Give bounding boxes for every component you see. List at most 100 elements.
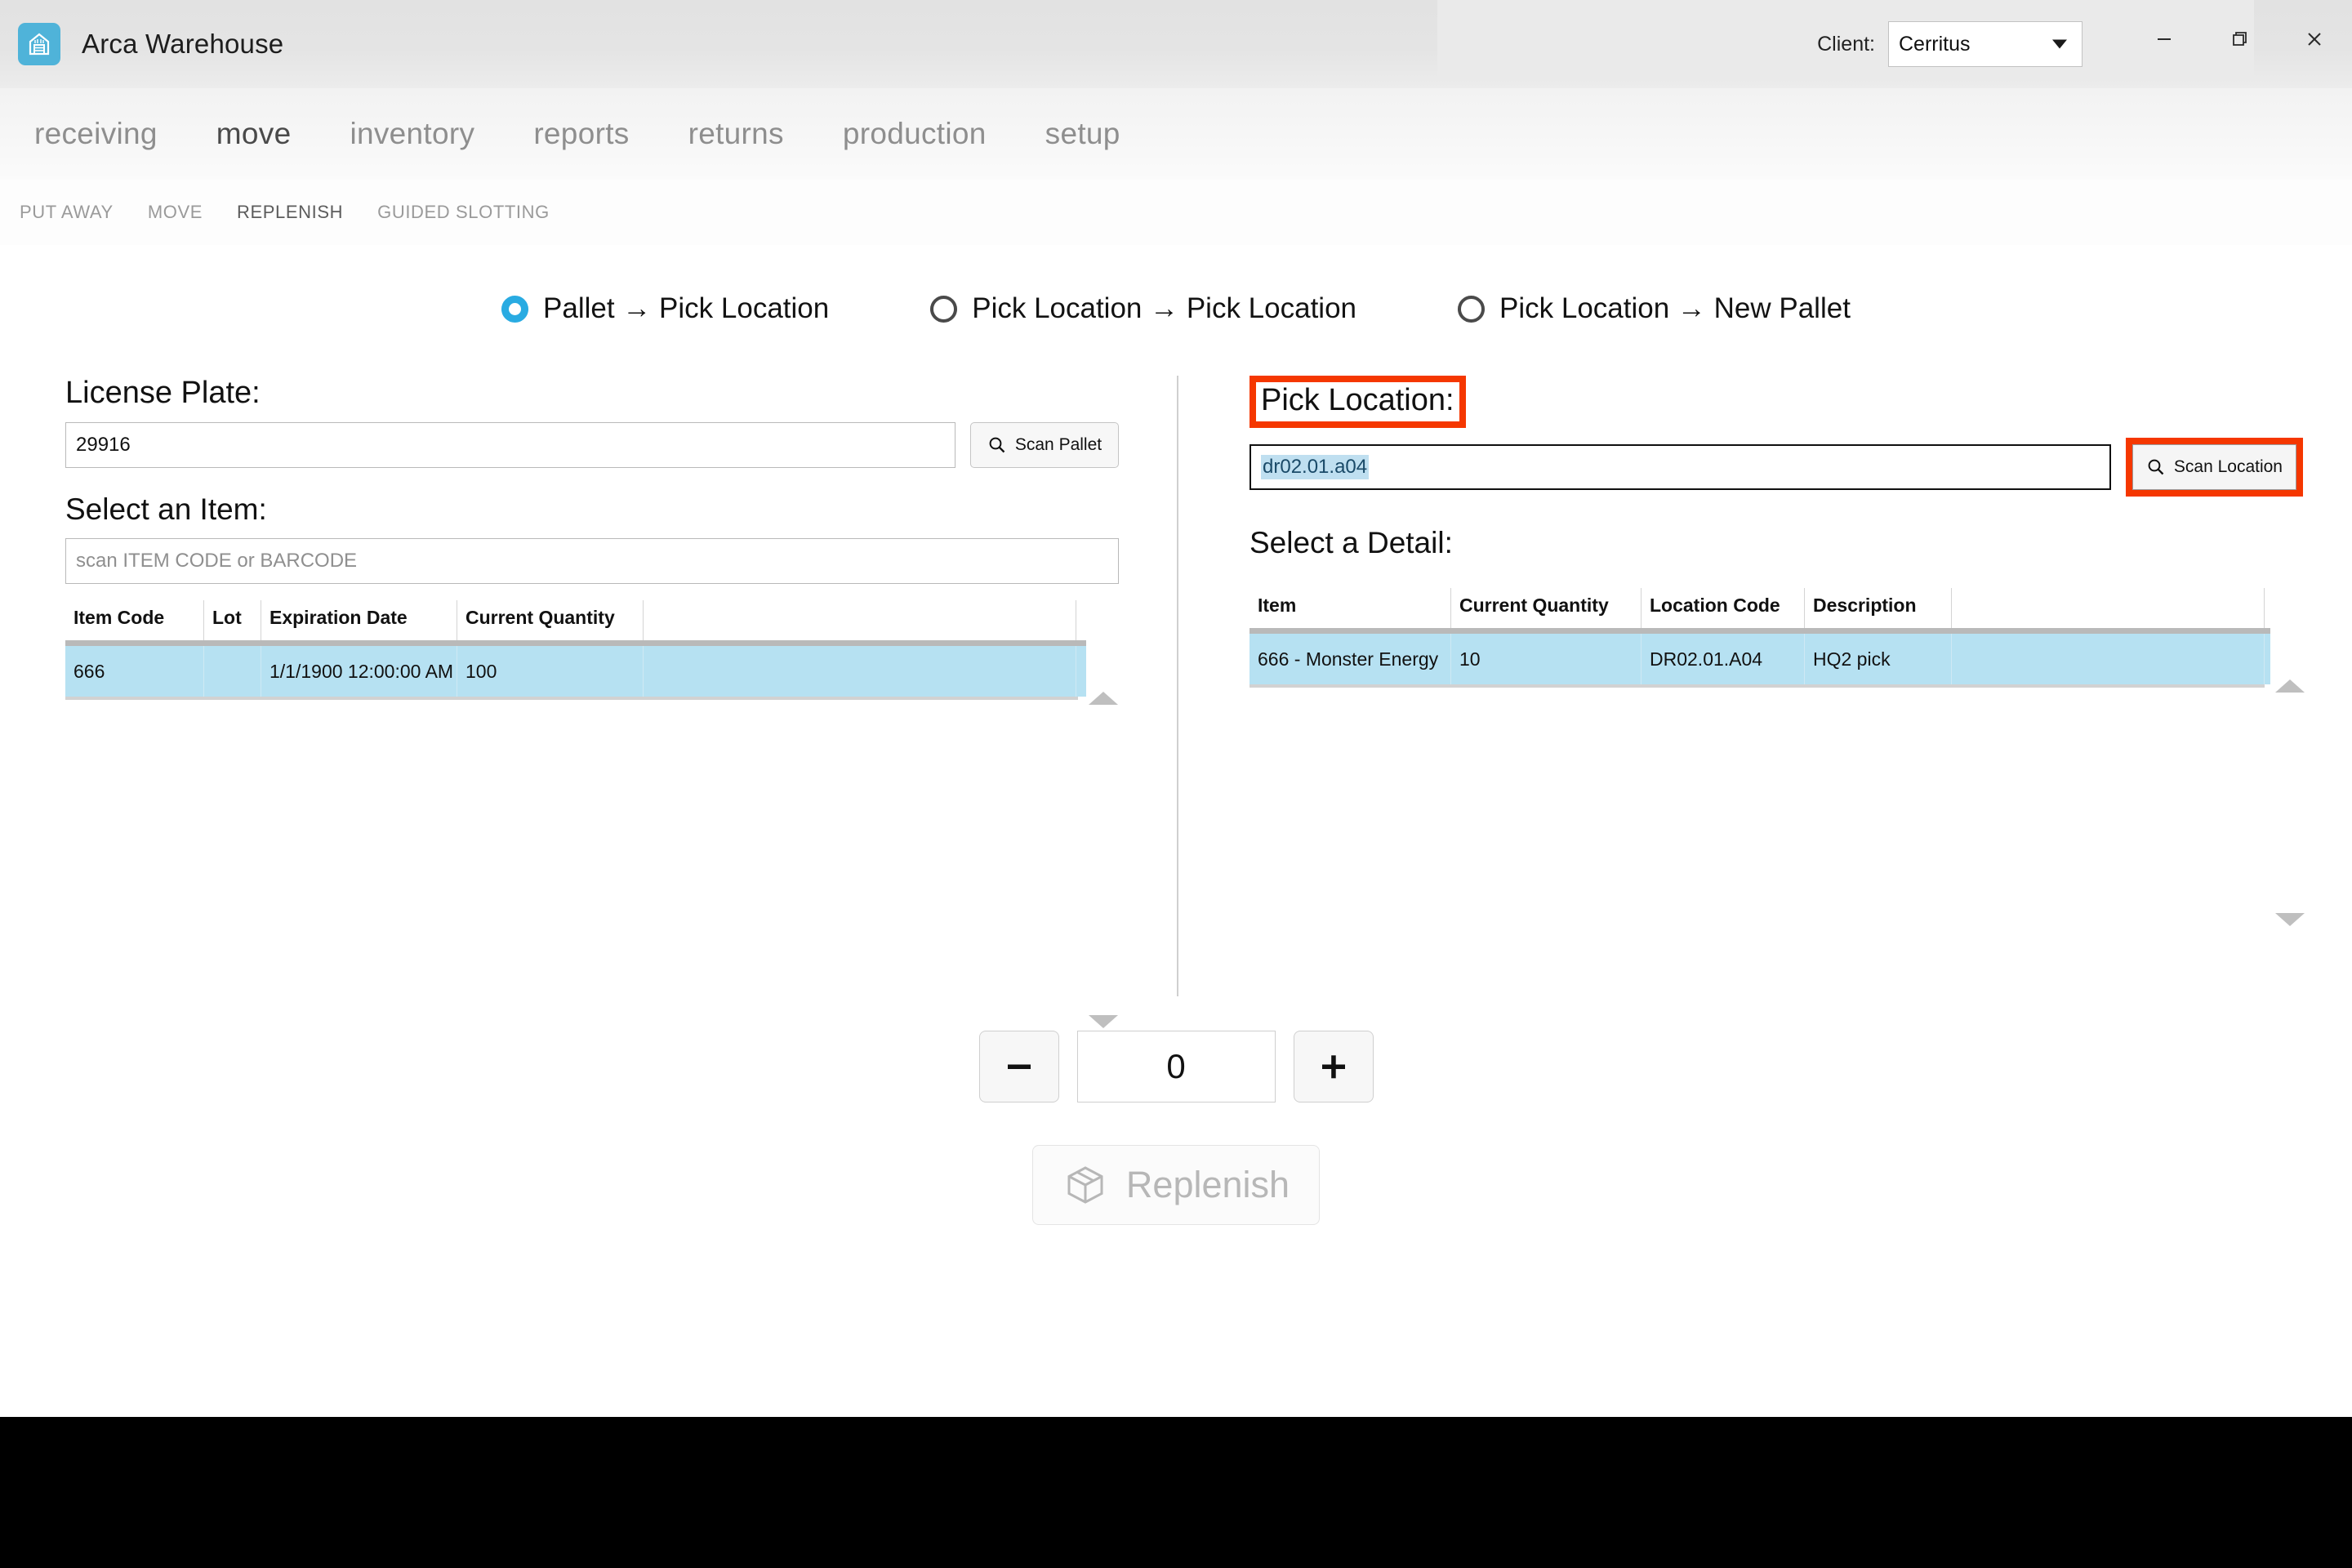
column-spacer[interactable]	[1952, 588, 2265, 628]
increment-button[interactable]	[1293, 1031, 1374, 1102]
maximize-button[interactable]	[2202, 0, 2277, 78]
cell-expiration-date: 1/1/1900 12:00:00 AM	[261, 646, 457, 697]
item-table: Item Code Lot Expiration Date Current Qu…	[65, 600, 1118, 1028]
mode-radio-group: Pallet → Pick Location Pick Location → P…	[0, 292, 2352, 325]
minimize-button[interactable]	[2127, 0, 2202, 78]
scan-location-highlight: Scan Location	[2125, 438, 2303, 497]
window-controls	[2127, 0, 2352, 78]
decrement-button[interactable]	[978, 1031, 1059, 1102]
sub-navigation: PUT AWAY MOVE REPLENISH GUIDED SLOTTING	[0, 180, 2352, 245]
radio-selected-icon	[501, 295, 529, 323]
pick-location-input[interactable]: dr02.01.a04	[1250, 444, 2111, 490]
replenish-action-area: Replenish	[0, 1145, 2352, 1225]
column-item[interactable]: Item	[1250, 588, 1451, 628]
item-table-underline	[65, 697, 1078, 700]
scan-pallet-label: Scan Pallet	[1014, 435, 1102, 454]
scroll-up-arrow[interactable]	[1089, 692, 1118, 705]
radio-label: Pick Location → New Pallet	[1499, 292, 1851, 324]
column-lot[interactable]: Lot	[204, 600, 261, 640]
quantity-stepper: 0	[0, 1031, 2352, 1102]
nav-item-production[interactable]: production	[843, 117, 987, 151]
close-button[interactable]	[2277, 0, 2352, 78]
content-area: License Plate: 29916 Scan Pallet Select …	[0, 376, 2352, 1028]
client-select-value: Cerritus	[1899, 32, 1971, 56]
nav-item-move[interactable]: move	[216, 117, 292, 151]
cell-spacer	[644, 646, 1076, 697]
client-select[interactable]: Cerritus	[1888, 21, 2082, 67]
detail-table: Item Current Quantity Location Code Desc…	[1250, 588, 2305, 926]
pick-location-title-highlight: Pick Location:	[1250, 376, 1466, 428]
panel-divider	[1177, 376, 1178, 996]
license-plate-input[interactable]: 29916	[65, 422, 956, 468]
cell-item-code: 666	[65, 646, 204, 697]
left-panel: License Plate: 29916 Scan Pallet Select …	[65, 376, 1119, 1028]
detail-table-header: Item Current Quantity Location Code Desc…	[1250, 588, 2270, 628]
item-table-separator	[65, 640, 1086, 646]
radio-label: Pick Location → Pick Location	[972, 292, 1357, 324]
app-title: Arca Warehouse	[82, 29, 284, 59]
column-current-quantity[interactable]: Current Quantity	[457, 600, 644, 640]
quantity-value[interactable]: 0	[1076, 1031, 1276, 1102]
radio-label: Pallet → Pick Location	[543, 292, 830, 324]
license-plate-row: 29916 Scan Pallet	[65, 422, 1119, 468]
radio-unselected-icon	[1458, 295, 1486, 323]
select-detail-title: Select a Detail:	[1250, 526, 1453, 559]
subnav-item-replenish[interactable]: REPLENISH	[237, 202, 343, 223]
cell-current-quantity: 10	[1451, 634, 1642, 684]
radio-pallet-to-pick-location[interactable]: Pallet → Pick Location	[501, 292, 829, 325]
subnav-item-move[interactable]: MOVE	[148, 202, 203, 223]
item-scan-row: scan ITEM CODE or BARCODE	[65, 538, 1119, 584]
column-location-code[interactable]: Location Code	[1642, 588, 1805, 628]
client-label: Client:	[1817, 32, 1875, 56]
right-panel: Pick Location: dr02.01.a04 Scan Location…	[1250, 376, 2305, 926]
chevron-down-icon	[2052, 39, 2067, 49]
item-scan-input[interactable]: scan ITEM CODE or BARCODE	[65, 538, 1119, 584]
pick-location-row: dr02.01.a04 Scan Location	[1250, 438, 2303, 497]
cell-description: HQ2 pick	[1805, 634, 1952, 684]
cell-spacer	[1952, 634, 2265, 684]
select-item-title: Select an Item:	[65, 492, 267, 526]
nav-item-setup[interactable]: setup	[1045, 117, 1120, 151]
scan-pallet-button[interactable]: Scan Pallet	[970, 422, 1119, 468]
nav-item-inventory[interactable]: inventory	[350, 117, 474, 151]
box-icon	[1067, 1166, 1103, 1204]
radio-pick-location-to-new-pallet[interactable]: Pick Location → New Pallet	[1458, 292, 1851, 325]
cell-location-code: DR02.01.A04	[1642, 634, 1805, 684]
replenish-button[interactable]: Replenish	[1031, 1145, 1321, 1225]
pick-location-title: Pick Location:	[1261, 383, 1454, 417]
table-row[interactable]: 666 1/1/1900 12:00:00 AM 100	[65, 646, 1086, 697]
search-icon	[2148, 459, 2164, 475]
license-plate-title: License Plate:	[65, 376, 261, 410]
minus-icon	[1007, 1064, 1031, 1069]
subnav-item-guided-slotting[interactable]: GUIDED SLOTTING	[377, 202, 550, 223]
subnav-item-put-away[interactable]: PUT AWAY	[20, 202, 114, 223]
search-icon	[989, 437, 1005, 453]
detail-table-underline	[1250, 684, 2265, 688]
cell-current-quantity: 100	[457, 646, 644, 697]
column-item-code[interactable]: Item Code	[65, 600, 204, 640]
main-navigation: receiving move inventory reports returns…	[0, 88, 2352, 180]
item-table-header: Item Code Lot Expiration Date Current Qu…	[65, 600, 1086, 640]
cell-item: 666 - Monster Energy	[1250, 634, 1451, 684]
radio-unselected-icon	[930, 295, 958, 323]
nav-item-reports[interactable]: reports	[533, 117, 629, 151]
plus-icon	[1321, 1055, 1345, 1079]
bottom-black-bar	[0, 1417, 2352, 1568]
detail-table-separator	[1250, 628, 2270, 634]
column-description[interactable]: Description	[1805, 588, 1952, 628]
scroll-down-arrow[interactable]	[2275, 913, 2305, 926]
client-selector-group: Client: Cerritus	[1817, 21, 2082, 67]
nav-item-receiving[interactable]: receiving	[34, 117, 158, 151]
nav-item-returns[interactable]: returns	[688, 117, 784, 151]
column-expiration-date[interactable]: Expiration Date	[261, 600, 457, 640]
table-row[interactable]: 666 - Monster Energy 10 DR02.01.A04 HQ2 …	[1250, 634, 2270, 684]
scroll-up-arrow[interactable]	[2275, 679, 2305, 693]
scroll-down-arrow[interactable]	[1089, 1015, 1118, 1028]
cell-lot	[204, 646, 261, 697]
scan-location-button[interactable]: Scan Location	[2132, 444, 2296, 490]
title-bar: Arca Warehouse Client: Cerritus	[0, 0, 2352, 88]
radio-pick-location-to-pick-location[interactable]: Pick Location → Pick Location	[930, 292, 1356, 325]
column-current-quantity[interactable]: Current Quantity	[1451, 588, 1642, 628]
column-spacer[interactable]	[644, 600, 1076, 640]
warehouse-icon	[18, 23, 60, 65]
